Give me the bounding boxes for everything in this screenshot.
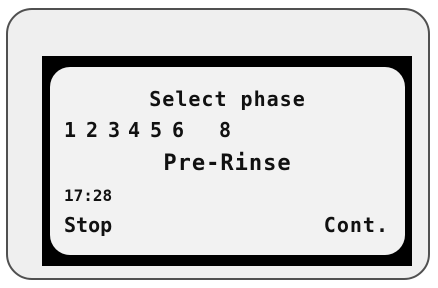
screen-title: Select phase: [149, 87, 306, 111]
phase-2[interactable]: 2: [86, 120, 98, 140]
clock-time: 17:28: [64, 186, 113, 205]
phase-8[interactable]: 8: [219, 120, 231, 140]
lcd-frame: Select phase 1 2 3 4 5 6 8 Pre-Rinse 17:…: [42, 56, 412, 266]
lcd-screen: Select phase 1 2 3 4 5 6 8 Pre-Rinse 17:…: [50, 67, 405, 255]
device-bezel: Select phase 1 2 3 4 5 6 8 Pre-Rinse 17:…: [6, 8, 430, 280]
phase-3[interactable]: 3: [108, 120, 120, 140]
phase-list: 1 2 3 4 5 6 8: [64, 120, 231, 142]
phase-4[interactable]: 4: [128, 120, 140, 140]
stop-softkey[interactable]: Stop: [64, 215, 112, 235]
phase-5[interactable]: 5: [150, 120, 162, 140]
continue-softkey[interactable]: Cont.: [324, 215, 389, 235]
selected-phase-name: Pre-Rinse: [163, 151, 292, 176]
phase-6[interactable]: 6: [172, 120, 184, 140]
phase-1[interactable]: 1: [64, 120, 76, 140]
